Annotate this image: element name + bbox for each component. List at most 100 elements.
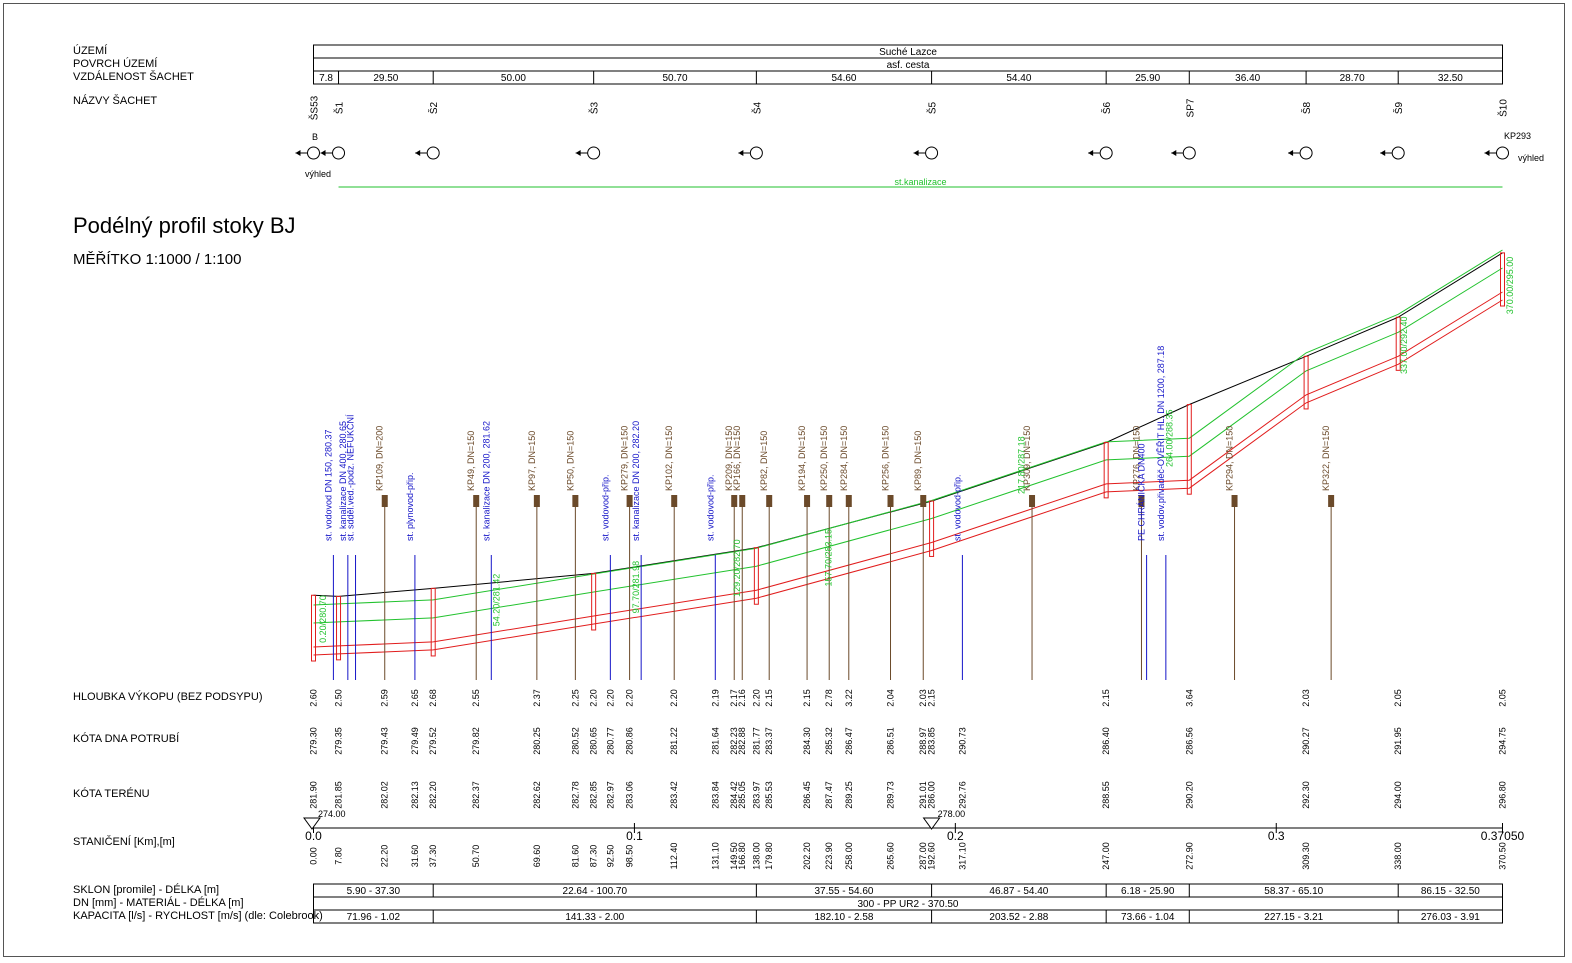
flow-arrow-icon — [295, 150, 301, 156]
flow-arrow-icon — [1484, 150, 1490, 156]
terrain-line — [313, 252, 1503, 597]
crossing-label: KP82, DN=150 — [759, 431, 769, 491]
manhole-terrain-value: 281.85 — [334, 781, 344, 809]
crossing-label: st. kanalizace DN 200, 281.62 — [481, 421, 491, 541]
manhole-icon — [1391, 146, 1405, 160]
manhole-station-value: 272.90 — [1184, 842, 1194, 870]
crossing-station-value: 265.60 — [886, 842, 896, 870]
manhole-depth-value: 2.68 — [428, 689, 438, 707]
crossing-label: KP256, DN=150 — [881, 426, 891, 491]
segment-capacity-value: 227.15 - 3.21 — [1264, 912, 1323, 923]
segment-capacity-value: 276.03 - 3.91 — [1421, 912, 1480, 923]
crossing-station-value: 92.50 — [605, 845, 615, 868]
crossing-station-value: 258.00 — [844, 842, 854, 870]
crossing-terrain-value: 282.37 — [471, 781, 481, 809]
manhole-invert-value: 286.40 — [1101, 727, 1111, 755]
sewer-extent-label: st.kanalizace — [895, 177, 947, 187]
manhole-invert-value: 279.30 — [309, 727, 319, 755]
crossing-label: KP166, DN=150 — [732, 426, 742, 491]
distance-value: 50.70 — [662, 73, 687, 84]
manhole-icon — [1299, 146, 1313, 160]
crossing-station-value: 131.10 — [710, 842, 720, 870]
crossing-station-value: 223.90 — [824, 842, 834, 870]
manhole-shaft — [1103, 441, 1109, 499]
chainage-tick-label: 0.37050 — [1481, 829, 1525, 843]
crossing-marker — [473, 495, 480, 507]
crossing-label: KP194, DN=150 — [797, 426, 807, 491]
crossing-depth-value: 2.19 — [710, 689, 720, 707]
datum-left-label: 274.00 — [318, 809, 346, 819]
crossing-terrain-value: 282.62 — [532, 781, 542, 809]
manhole-station-value: 138.00 — [751, 842, 761, 870]
crossing-marker — [572, 495, 579, 507]
manhole-name: Š1 — [333, 101, 346, 114]
distance-value: 7.8 — [319, 73, 333, 84]
crossing-terrain-value: 285.05 — [737, 781, 747, 809]
distance-value: 32.50 — [1438, 73, 1463, 84]
crossing-label: st. vodovod DN 150, 280.37 — [323, 429, 333, 541]
crossing-invert-value: 283.37 — [764, 727, 774, 755]
crossing-station-value: 98.50 — [625, 845, 635, 868]
crossing-invert-value: 280.86 — [625, 727, 635, 755]
manhole-name: Š8 — [1300, 101, 1313, 114]
manhole-depth-value: 2.50 — [334, 689, 344, 707]
pipe-label: 370.00/295.00 — [1505, 257, 1515, 315]
crossing-depth-value: 2.03 — [918, 689, 928, 707]
crossing-terrain-value: 285.53 — [764, 781, 774, 809]
crossing-terrain-value: 287.47 — [824, 781, 834, 809]
crossing-terrain-value: 282.97 — [605, 781, 615, 809]
crossing-marker — [920, 495, 927, 507]
manhole-name: Š3 — [588, 101, 601, 114]
crossing-label: KP97, DN=150 — [527, 431, 537, 491]
crossing-depth-value: 2.59 — [380, 689, 390, 707]
flow-arrow-icon — [575, 150, 581, 156]
crossing-invert-value: 280.52 — [570, 727, 580, 755]
crossing-invert-value: 279.43 — [380, 727, 390, 755]
crossing-terrain-value: 289.25 — [844, 781, 854, 809]
crossing-station-value: 179.80 — [764, 842, 774, 870]
crossing-label: st. vodovod-přip. — [705, 474, 715, 541]
manhole-name: Š5 — [926, 101, 939, 114]
crossing-station-value: 112.40 — [669, 843, 679, 870]
crossing-marker — [826, 495, 833, 507]
manhole-depth-value: 2.20 — [589, 689, 599, 707]
crossing-terrain-value: 283.42 — [669, 781, 679, 809]
crossing-station-value: 31.60 — [410, 845, 420, 868]
pipe-label: 129.20/282.70 — [732, 539, 742, 597]
crossing-label: KP250, DN=150 — [819, 426, 829, 491]
crossing-marker — [731, 495, 738, 507]
crossing-depth-value: 2.15 — [764, 689, 774, 707]
crossing-label: KP50, DN=150 — [565, 431, 575, 491]
distance-value: 54.60 — [831, 73, 856, 84]
crossing-marker — [1029, 495, 1036, 507]
crossing-depth-value: 2.55 — [471, 689, 481, 707]
manhole-terrain-value: 281.90 — [309, 781, 319, 809]
crossing-label: st. sdděl.ved.-podz. NEFUKČNÍ — [346, 414, 356, 541]
view-right-label: výhled — [1518, 153, 1544, 163]
crossing-terrain-value: 292.76 — [957, 781, 967, 809]
crossing-invert-value: 286.47 — [844, 727, 854, 755]
manhole-depth-value: 2.05 — [1393, 689, 1403, 707]
manhole-terrain-value: 282.20 — [428, 781, 438, 809]
crossing-marker — [1328, 495, 1335, 507]
manhole-invert-value: 279.35 — [334, 727, 344, 755]
manhole-shaft — [430, 587, 436, 657]
manhole-shaft — [591, 572, 597, 631]
manhole-name: SP7 — [1185, 98, 1196, 117]
manhole-icon — [925, 146, 939, 160]
crossing-terrain-value: 282.78 — [570, 781, 580, 809]
crossing-marker — [766, 495, 773, 507]
manhole-icon — [1099, 146, 1113, 160]
end-marker-label: KP293 — [1504, 131, 1531, 141]
manhole-name: ŠS53 — [308, 95, 321, 120]
crossing-marker — [804, 495, 811, 507]
segment-slope-value: 22.64 - 100.70 — [563, 886, 628, 897]
datum-marker-icon — [303, 817, 321, 830]
manhole-depth-value: 2.05 — [1498, 689, 1508, 707]
datum-right-label: 278.00 — [938, 809, 966, 819]
crossing-depth-value: 2.16 — [737, 689, 747, 707]
flow-arrow-icon — [1088, 150, 1094, 156]
manhole-name: Š10 — [1497, 99, 1510, 117]
manhole-invert-value: 281.77 — [751, 727, 761, 755]
distance-value: 54.40 — [1006, 73, 1031, 84]
